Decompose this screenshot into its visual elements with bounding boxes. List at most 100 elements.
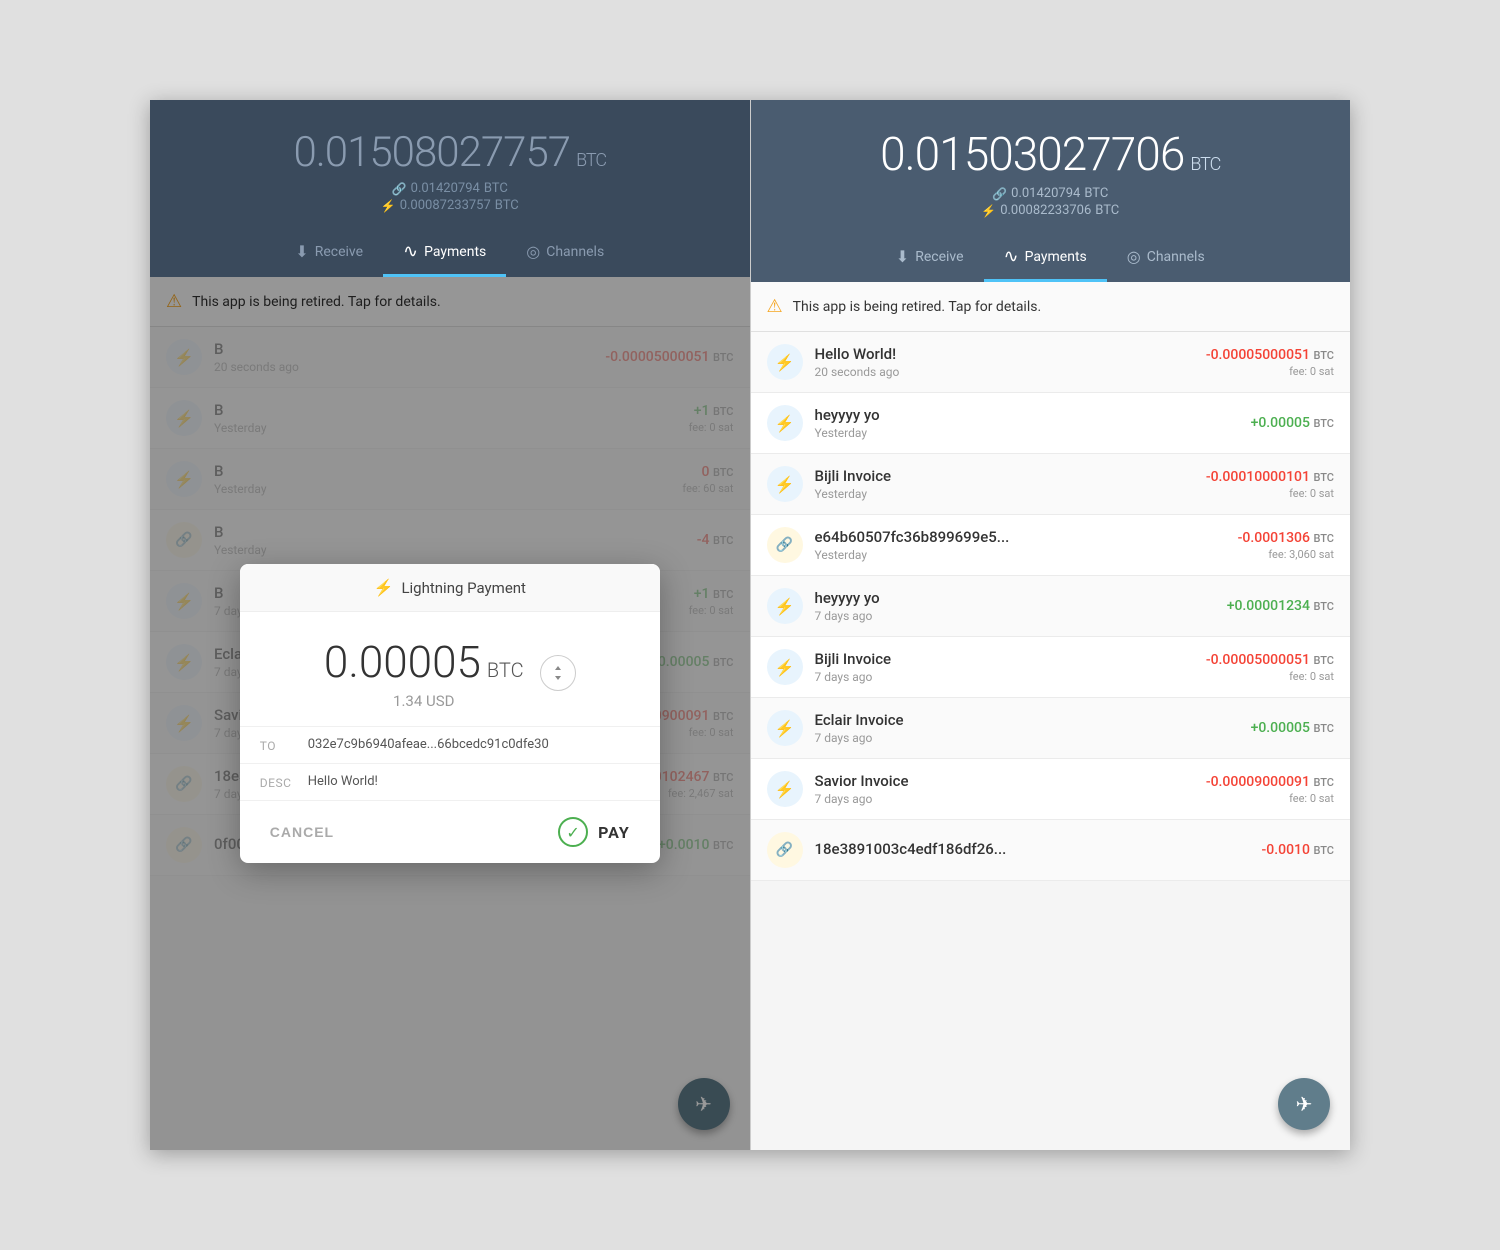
r-amount-wrap-1: +0.00005 BTC <box>1251 415 1334 431</box>
r-payment-icon-0: ⚡ <box>767 344 803 380</box>
left-pending-unit: BTC <box>495 198 519 213</box>
dialog-desc-field: DESC Hello World! <box>240 764 660 801</box>
table-row[interactable]: 🔗 18e3891003c4edf186df26... -0.0010 BTC <box>751 820 1351 881</box>
link-icon-right: 🔗 <box>992 187 1007 201</box>
r-payment-time-3: Yesterday <box>815 548 1226 562</box>
left-balance-value: 0.01508027757 <box>293 128 570 177</box>
right-warning-banner[interactable]: ⚠ This app is being retired. Tap for det… <box>751 282 1351 332</box>
r-payment-details-4: heyyyy yo 7 days ago <box>815 589 1215 623</box>
r-payment-amount-1: +0.00005 BTC <box>1251 415 1334 431</box>
left-screen: 0.01508027757 BTC 🔗 0.01420794 BTC ⚡ 0.0… <box>150 100 751 1150</box>
r-payment-details-7: Savior Invoice 7 days ago <box>815 772 1194 806</box>
r-payment-amount-0: -0.00005000051 BTC <box>1206 347 1334 363</box>
right-payment-list: ⚡ Hello World! 20 seconds ago -0.0000500… <box>751 332 1351 881</box>
r-payment-fee-7: fee: 0 sat <box>1206 792 1334 805</box>
right-confirmed-unit: BTC <box>1084 186 1108 201</box>
left-header: 0.01508027757 BTC 🔗 0.01420794 BTC ⚡ 0.0… <box>150 100 750 277</box>
dialog-usd-value: 1.34 USD <box>324 692 524 710</box>
r-payment-amount-4: +0.00001234 BTC <box>1227 598 1334 614</box>
dialog-amount-btc: 0.00005 BTC <box>324 636 524 688</box>
receive-icon-left: ⬇ <box>295 242 308 261</box>
dialog-overlay: ⚡ Lightning Payment 0.00005 BTC 1.34 USD <box>150 277 750 1150</box>
right-balance-unit: BTC <box>1190 154 1220 175</box>
r-payment-details-2: Bijli Invoice Yesterday <box>815 467 1194 501</box>
pay-button[interactable]: ✓ PAY <box>558 817 630 847</box>
r-bolt-5: ⚡ <box>775 658 795 677</box>
r-amount-wrap-7: -0.00009000091 BTC fee: 0 sat <box>1206 774 1334 805</box>
table-row[interactable]: ⚡ Hello World! 20 seconds ago -0.0000500… <box>751 332 1351 393</box>
left-pending: ⚡ 0.00087233757 BTC <box>381 198 519 213</box>
right-nav-receive[interactable]: ⬇ Receive <box>876 234 984 282</box>
r-payment-amount-5: -0.00005000051 BTC <box>1206 652 1334 668</box>
r-payment-time-0: 20 seconds ago <box>815 365 1194 379</box>
r-bolt-6: ⚡ <box>775 719 795 738</box>
right-screen: 0.01503027706 BTC 🔗 0.01420794 BTC ⚡ 0.0… <box>751 100 1351 1150</box>
right-confirmed: 🔗 0.01420794 BTC <box>992 186 1108 201</box>
r-payment-time-6: 7 days ago <box>815 731 1239 745</box>
r-payment-details-3: e64b60507fc36b899699e5... Yesterday <box>815 528 1226 562</box>
table-row[interactable]: ⚡ Eclair Invoice 7 days ago +0.00005 BTC <box>751 698 1351 759</box>
dialog-amount-section: 0.00005 BTC 1.34 USD <box>240 612 660 727</box>
r-payment-name-7: Savior Invoice <box>815 772 1194 790</box>
left-nav-receive[interactable]: ⬇ Receive <box>275 229 383 277</box>
left-pending-value: 0.00087233757 <box>400 198 491 213</box>
link-icon-left: 🔗 <box>392 182 407 196</box>
dialog-desc-label: DESC <box>260 774 296 790</box>
pay-label: PAY <box>598 823 630 842</box>
right-nav: ⬇ Receive ∿ Payments ◎ Channels <box>771 234 1331 282</box>
right-content: ⚠ This app is being retired. Tap for det… <box>751 282 1351 1150</box>
right-pending: ⚡ 0.00082233706 BTC <box>981 203 1119 218</box>
right-nav-channels-label: Channels <box>1147 249 1205 265</box>
table-row[interactable]: 🔗 e64b60507fc36b899699e5... Yesterday -0… <box>751 515 1351 576</box>
right-header: 0.01503027706 BTC 🔗 0.01420794 BTC ⚡ 0.0… <box>751 100 1351 282</box>
r-payment-amount-2: -0.00010000101 BTC <box>1206 469 1334 485</box>
r-payment-icon-7: ⚡ <box>767 771 803 807</box>
r-bolt-0: ⚡ <box>775 353 795 372</box>
lightning-payment-dialog: ⚡ Lightning Payment 0.00005 BTC 1.34 USD <box>240 564 660 863</box>
r-payment-fee-2: fee: 0 sat <box>1206 487 1334 500</box>
right-nav-payments[interactable]: ∿ Payments <box>984 234 1107 282</box>
pay-check-icon: ✓ <box>558 817 588 847</box>
r-payment-name-0: Hello World! <box>815 345 1194 363</box>
left-content: ⚠ This app is being retired. Tap for det… <box>150 277 750 1150</box>
r-payment-amount-3: -0.0001306 BTC <box>1238 530 1334 546</box>
r-payment-icon-8: 🔗 <box>767 832 803 868</box>
left-nav-payments[interactable]: ∿ Payments <box>383 229 506 277</box>
dialog-title: Lightning Payment <box>401 579 526 597</box>
left-nav-channels[interactable]: ◎ Channels <box>506 229 624 277</box>
dialog-actions: CANCEL ✓ PAY <box>240 801 660 863</box>
left-header-sub: 🔗 0.01420794 BTC ⚡ 0.00087233757 BTC <box>381 181 519 213</box>
table-row[interactable]: ⚡ heyyyy yo Yesterday +0.00005 BTC <box>751 393 1351 454</box>
channels-icon-right: ◎ <box>1127 247 1141 266</box>
r-bolt-4: ⚡ <box>775 597 795 616</box>
table-row[interactable]: ⚡ Bijli Invoice 7 days ago -0.0000500005… <box>751 637 1351 698</box>
left-balance-main: 0.01508027757 BTC <box>293 128 606 177</box>
r-payment-fee-5: fee: 0 sat <box>1206 670 1334 683</box>
dialog-desc-value: Hello World! <box>308 774 378 789</box>
r-amount-wrap-3: -0.0001306 BTC fee: 3,060 sat <box>1238 530 1334 561</box>
cancel-button[interactable]: CANCEL <box>270 824 334 840</box>
left-confirmed-unit: BTC <box>484 181 508 196</box>
dialog-btc-value: 0.00005 <box>324 636 481 688</box>
fab-icon-right: ✈ <box>1296 1092 1313 1116</box>
right-balance-main: 0.01503027706 BTC <box>880 128 1220 182</box>
toggle-currency-button[interactable] <box>540 655 576 691</box>
r-payment-fee-0: fee: 0 sat <box>1206 365 1334 378</box>
dialog-amount-values: 0.00005 BTC 1.34 USD <box>324 636 524 710</box>
table-row[interactable]: ⚡ heyyyy yo 7 days ago +0.00001234 BTC <box>751 576 1351 637</box>
r-payment-amount-6: +0.00005 BTC <box>1251 720 1334 736</box>
fab-button-right[interactable]: ✈ <box>1278 1078 1330 1130</box>
r-payment-name-1: heyyyy yo <box>815 406 1239 424</box>
r-payment-details-8: 18e3891003c4edf186df26... <box>815 840 1250 860</box>
table-row[interactable]: ⚡ Savior Invoice 7 days ago -0.000090000… <box>751 759 1351 820</box>
left-nav-payments-label: Payments <box>424 244 486 260</box>
left-nav-receive-label: Receive <box>315 244 363 260</box>
table-row[interactable]: ⚡ Bijli Invoice Yesterday -0.00010000101… <box>751 454 1351 515</box>
left-nav: ⬇ Receive ∿ Payments ◎ Channels <box>170 229 730 277</box>
r-payment-details-6: Eclair Invoice 7 days ago <box>815 711 1239 745</box>
r-link-8: 🔗 <box>776 842 793 858</box>
r-payment-icon-4: ⚡ <box>767 588 803 624</box>
right-nav-channels[interactable]: ◎ Channels <box>1107 234 1225 282</box>
r-amount-wrap-6: +0.00005 BTC <box>1251 720 1334 736</box>
r-payment-fee-3: fee: 3,060 sat <box>1238 548 1334 561</box>
